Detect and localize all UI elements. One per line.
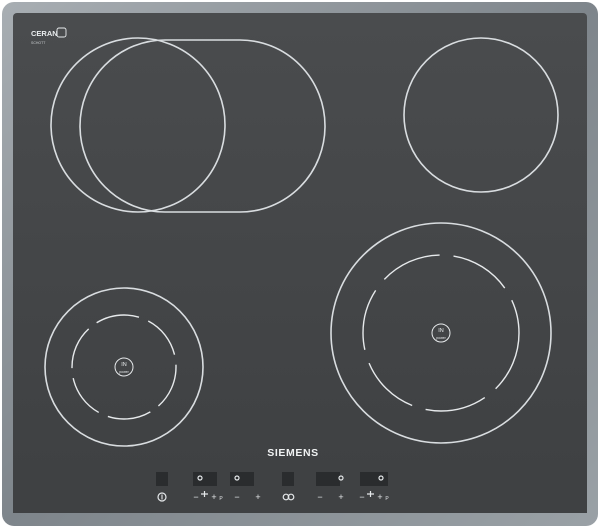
display-zone-1 (193, 472, 217, 486)
glass-surface (13, 13, 587, 513)
display-zone-3 (316, 472, 340, 486)
front-right-badge-top: IN (438, 328, 444, 334)
zone-2-minus-button[interactable]: − (234, 492, 239, 502)
display-main (156, 472, 168, 486)
front-right-badge-bottom: power (436, 336, 446, 340)
control-strip (13, 462, 587, 513)
zone-2-plus-button[interactable]: + (255, 492, 260, 502)
ceran-logo-text: CERAN (31, 29, 58, 38)
zone-3-minus-button[interactable]: − (317, 492, 322, 502)
display-center (282, 472, 294, 486)
zone-1-plus-button[interactable]: + (211, 492, 216, 502)
display-zone-4 (360, 472, 388, 486)
zone-4-minus-button[interactable]: − (359, 492, 364, 502)
ceramic-hob: CERAN SCHOTT IN power IN power SIEMENS −… (2, 2, 598, 526)
zone-4-plus-button[interactable]: + (377, 492, 382, 502)
zone-1-minus-button[interactable]: − (193, 492, 198, 502)
display-zone-2 (230, 472, 254, 486)
front-left-badge-top: IN (121, 362, 127, 368)
zone-3-plus-button[interactable]: + (338, 492, 343, 502)
front-left-badge-bottom: power (119, 370, 129, 374)
ceran-logo-subtext: SCHOTT (31, 41, 46, 45)
brand-logo: SIEMENS (267, 447, 318, 459)
